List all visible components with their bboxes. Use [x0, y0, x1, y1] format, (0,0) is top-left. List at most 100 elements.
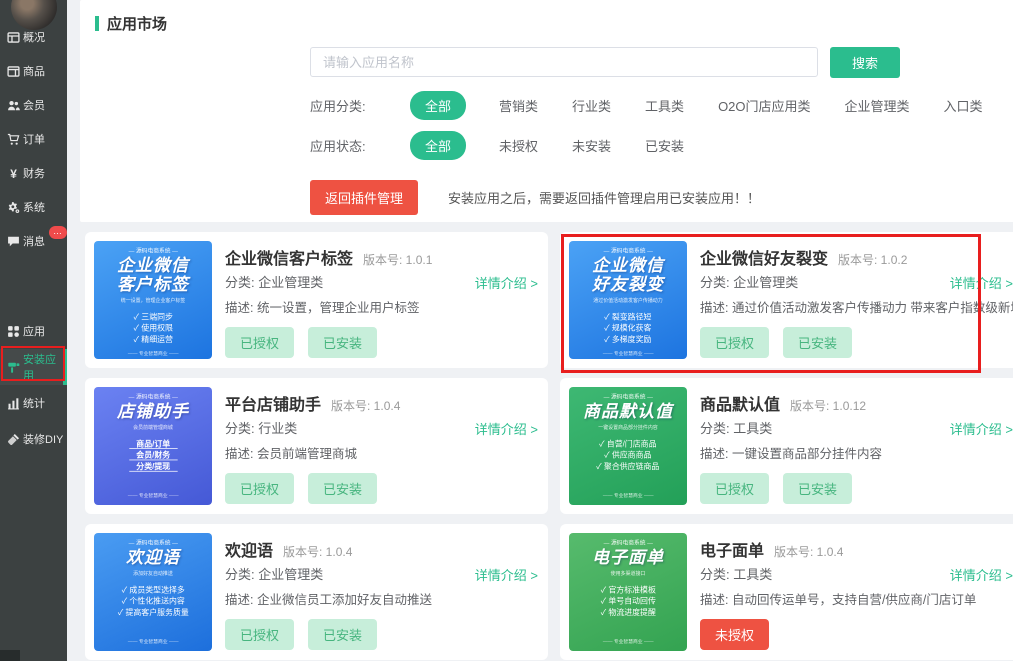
sidebar-item-member[interactable]: 会员 [0, 88, 67, 122]
category-option[interactable]: 行业类 [572, 99, 611, 114]
thumb-header-text: — 源码电商系统 — [603, 393, 652, 401]
app-name: 企业微信客户标签 [225, 251, 353, 268]
thumb-features: ✓ 三端同步✓ 使用权限✓ 精细运营 [133, 311, 172, 345]
status-badge[interactable]: 已安装 [783, 327, 852, 358]
app-thumbnail: — 源码电商系统 — 电子面单 使用多渠道接口 ✓ 官方标准模板✓ 单号自动回传… [569, 533, 687, 651]
thumb-features: 商品/订单会员/财务分类/提现 [129, 438, 177, 472]
status-badges: 已授权已安装 [225, 327, 377, 358]
detail-link[interactable]: 详情介绍 > [950, 565, 1013, 584]
thumb-header-text: — 源码电商系统 — [603, 539, 652, 547]
app-version: 版本号: 1.0.1 [363, 253, 432, 267]
system-icon [7, 201, 20, 214]
thumb-title: 店铺助手 [117, 402, 189, 421]
sidebar-item-label: 装修DIY [23, 431, 63, 447]
status-filter-label: 应用状态: [310, 136, 410, 155]
status-option[interactable]: 未授权 [499, 139, 538, 154]
detail-link[interactable]: 详情介绍 > [475, 419, 538, 438]
status-badges: 已授权已安装 [225, 473, 377, 504]
category-option[interactable]: 工具类 [645, 99, 684, 114]
app-version: 版本号: 1.0.4 [283, 545, 352, 559]
detail-link[interactable]: 详情介绍 > [475, 273, 538, 292]
sidebar-item-message[interactable]: 消息 … [0, 224, 67, 258]
category-option[interactable]: 营销类 [499, 99, 538, 114]
status-badge[interactable]: 已安装 [308, 619, 377, 650]
sidebar-item-overview[interactable]: 概况 [0, 20, 67, 54]
page-title: 应用市场 [95, 13, 167, 34]
app-thumbnail: — 源码电商系统 — 企业微信客户标签 统一设置，管理企业客户标签 ✓ 三端同步… [94, 241, 212, 359]
status-badge[interactable]: 已安装 [308, 327, 377, 358]
category-option[interactable]: 企业管理类 [845, 99, 910, 114]
app-category: 分类: 企业管理类 [225, 564, 323, 583]
app-thumbnail: — 源码电商系统 — 欢迎语 添加好友自动推送 ✓ 成员类型选择多✓ 个性化推送… [94, 533, 212, 651]
category-options: 营销类 行业类 工具类 O2O门店应用类 企业管理类 入口类 [499, 96, 1013, 115]
category-option-all[interactable]: 全部 [410, 91, 466, 120]
app-name: 欢迎语 [225, 543, 273, 560]
thumb-header-text: — 源码电商系统 — [128, 247, 177, 255]
app-description: 描述: 统一设置，管理企业用户标签 [225, 297, 419, 316]
app-category: 分类: 行业类 [225, 418, 297, 437]
sidebar-item-goods[interactable]: 商品 [0, 54, 67, 88]
category-option[interactable]: O2O门店应用类 [718, 99, 810, 114]
status-badge[interactable]: 未授权 [700, 619, 769, 650]
thumb-title: 企业微信客户标签 [117, 256, 189, 294]
status-badge[interactable]: 已授权 [700, 327, 769, 358]
search-button[interactable]: 搜索 [830, 47, 900, 78]
thumb-header-text: — 源码电商系统 — [128, 539, 177, 547]
status-option-all[interactable]: 全部 [410, 131, 466, 160]
app-description: 描述: 一键设置商品部分挂件内容 [700, 443, 882, 462]
status-option[interactable]: 未安装 [572, 139, 611, 154]
search-input[interactable] [310, 47, 818, 77]
sidebar-item-order[interactable]: 订单 [0, 122, 67, 156]
thumb-title: 商品默认值 [583, 402, 673, 421]
status-badge[interactable]: 已安装 [308, 473, 377, 504]
overview-icon [7, 31, 20, 44]
app-card: — 源码电商系统 — 店铺助手 会员前端管理商城 商品/订单会员/财务分类/提现… [85, 378, 548, 514]
app-category: 分类: 工具类 [700, 418, 772, 437]
app-market-panel: 应用市场 搜索 应用分类: 全部 营销类行业类工具类O2O门店应用类企业管理类入… [80, 0, 1013, 222]
detail-link[interactable]: 详情介绍 > [950, 273, 1013, 292]
status-badges: 已授权已安装 [225, 619, 377, 650]
status-options: 未授权 未安装 已安装 [499, 136, 718, 155]
status-badge[interactable]: 已授权 [225, 473, 294, 504]
app-card: — 源码电商系统 — 企业微信好友裂变 通过价值活动激发客户传播动力 ✓ 裂变路… [560, 232, 1013, 368]
sidebar-item-install-app[interactable]: 安装应用 [0, 349, 67, 385]
sidebar-item-stats[interactable]: 统计 [0, 385, 67, 421]
sidebar-menu-top: 概况 商品 会员 订单 ¥ 财务 系统 消息 … [0, 20, 67, 258]
sidebar-item-label: 统计 [23, 395, 45, 411]
thumb-features: ✓ 裂变路径短✓ 规模化获客✓ 多梯度奖励 [604, 311, 651, 345]
thumb-footer-text: —— 专业智慧商业 —— [603, 492, 654, 499]
status-badge[interactable]: 已安装 [783, 473, 852, 504]
app-category: 分类: 企业管理类 [700, 272, 798, 291]
app-card: — 源码电商系统 — 商品默认值 一键设置商品部分挂件内容 ✓ 自营/门店商品✓… [560, 378, 1013, 514]
notice-text: 安装应用之后，需要返回插件管理启用已安装应用！！ [448, 188, 760, 207]
app-category: 分类: 工具类 [700, 564, 772, 583]
page-title-text: 应用市场 [107, 13, 167, 34]
sidebar-collapse-button[interactable] [0, 650, 20, 661]
thumb-subtitle: 使用多渠道接口 [611, 570, 646, 577]
thumb-subtitle: 会员前端管理商城 [133, 424, 173, 431]
sidebar: 概况 商品 会员 订单 ¥ 财务 系统 消息 … 应用 安装应用 统计 [0, 0, 67, 661]
install-app-icon [7, 361, 20, 374]
member-icon [7, 99, 20, 112]
search-row: 搜索 [310, 47, 900, 78]
sidebar-item-app[interactable]: 应用 [0, 313, 67, 349]
status-filter-row: 应用状态: 全部 未授权 未安装 已安装 [310, 131, 718, 160]
sidebar-item-diy[interactable]: 装修DIY [0, 421, 67, 457]
back-to-plugin-manager-button[interactable]: 返回插件管理 [310, 180, 418, 215]
finance-icon: ¥ [7, 167, 20, 180]
status-badge[interactable]: 已授权 [225, 619, 294, 650]
status-badge[interactable]: 已授权 [700, 473, 769, 504]
thumb-footer-text: —— 专业智慧商业 —— [603, 638, 654, 645]
sidebar-item-label: 会员 [23, 97, 45, 113]
thumb-title: 电子面单 [592, 548, 664, 567]
status-badge[interactable]: 已授权 [225, 327, 294, 358]
detail-link[interactable]: 详情介绍 > [950, 419, 1013, 438]
sidebar-item-finance[interactable]: ¥ 财务 [0, 156, 67, 190]
category-option[interactable]: 入口类 [944, 99, 983, 114]
sidebar-item-label: 商品 [23, 63, 45, 79]
notice-row: 返回插件管理 安装应用之后，需要返回插件管理启用已安装应用！！ [310, 180, 760, 215]
sidebar-item-system[interactable]: 系统 [0, 190, 67, 224]
status-option[interactable]: 已安装 [645, 139, 684, 154]
message-badge: … [49, 226, 67, 239]
detail-link[interactable]: 详情介绍 > [475, 565, 538, 584]
